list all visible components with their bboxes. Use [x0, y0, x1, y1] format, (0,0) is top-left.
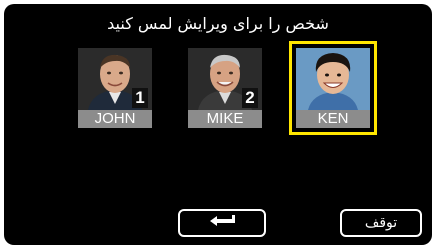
stop-button[interactable]: توقف — [340, 209, 422, 237]
stop-button-label: توقف — [364, 215, 398, 231]
touch-screen: شخص را برای ویرایش لمس کنید 1 JOHN 2 MIK… — [4, 4, 432, 245]
screen-title: شخص را برای ویرایش لمس کنید — [107, 14, 329, 33]
person-name-label: KEN — [296, 110, 370, 128]
person-tile-mike[interactable]: 2 MIKE — [188, 48, 262, 128]
person-name-label: MIKE — [188, 110, 262, 128]
person-number-badge: 1 — [132, 88, 148, 108]
person-tile-john[interactable]: 1 JOHN — [78, 48, 152, 128]
person-number-badge: 2 — [242, 88, 258, 108]
person-tile-ken[interactable]: KEN — [289, 41, 377, 135]
person-name-label: JOHN — [78, 110, 152, 128]
return-arrow-icon — [204, 213, 240, 233]
back-button[interactable] — [178, 209, 266, 237]
person-photo — [296, 48, 370, 110]
